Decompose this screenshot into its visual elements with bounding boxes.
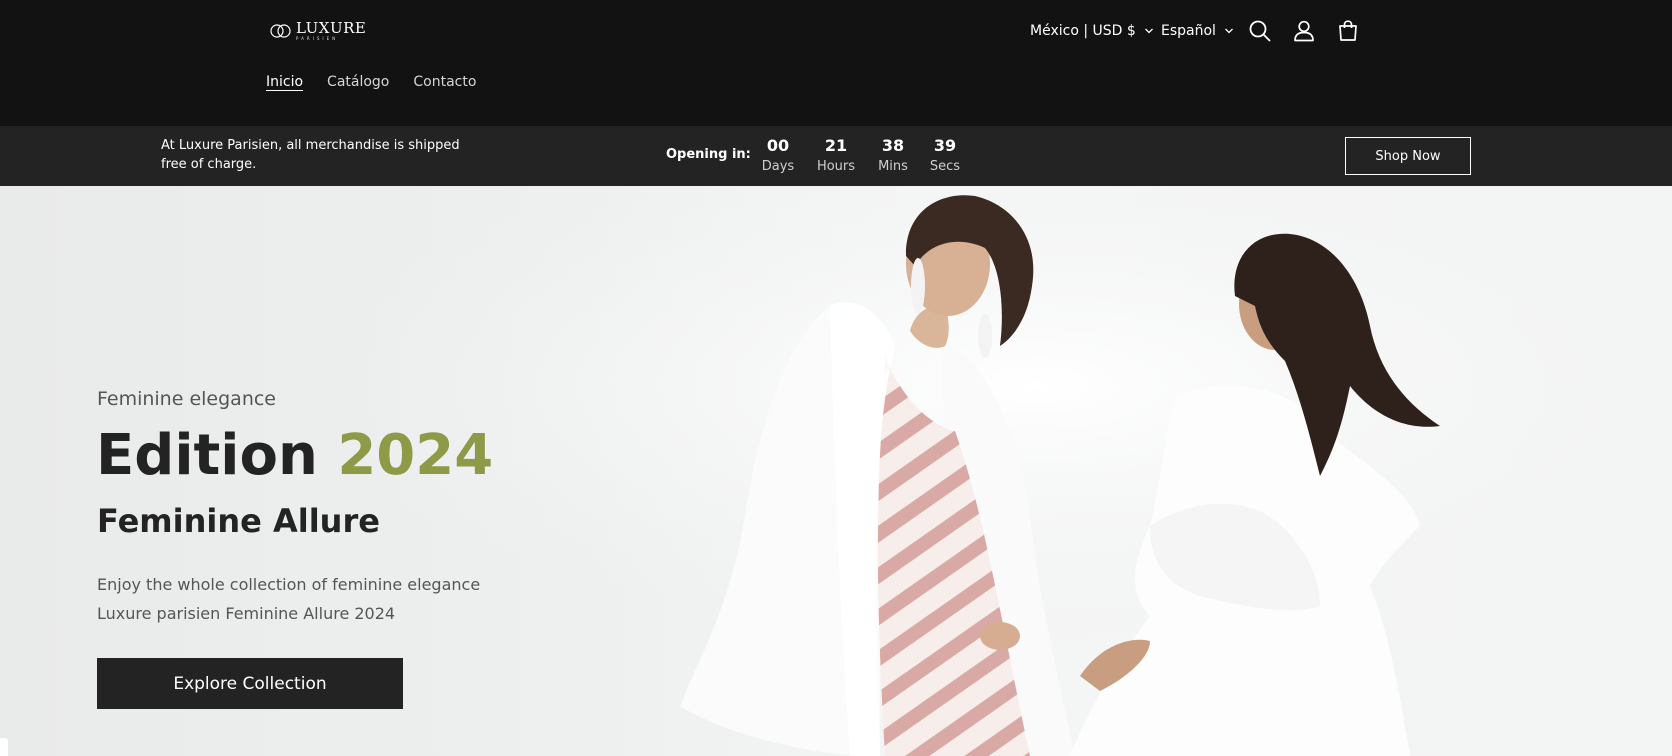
cart-icon[interactable] (1335, 18, 1361, 44)
shipping-message: At Luxure Parisien, all merchandise is s… (161, 138, 460, 172)
headline-accent: 2024 (337, 423, 494, 488)
logo[interactable]: LUXURE PARISIEN (270, 20, 366, 42)
headline-main: Edition (96, 423, 318, 488)
countdown-unit: Days (761, 159, 795, 174)
shop-now-button[interactable]: Shop Now (1345, 137, 1471, 175)
countdown-value: 00 (766, 136, 790, 155)
account-icon[interactable] (1291, 18, 1317, 44)
logo-wordmark: LUXURE (296, 19, 367, 37)
chevron-down-icon (1144, 28, 1153, 34)
countdown-days: 00 Days (748, 136, 808, 176)
countdown-mins: 38 Mins (863, 136, 923, 176)
countdown-value: 39 (933, 136, 957, 155)
main-nav: Inicio Catálogo Contacto (266, 74, 476, 90)
opening-label: Opening in: (666, 147, 751, 162)
countdown-value: 21 (824, 136, 848, 155)
search-icon[interactable] (1247, 18, 1273, 44)
nav-item-catalogo[interactable]: Catálogo (327, 74, 389, 90)
site-header: LUXURE PARISIEN México | USD $ Español I… (0, 0, 1672, 126)
nav-item-contacto[interactable]: Contacto (413, 74, 476, 90)
hero-banner: Feminine elegance Edition 2024 Feminine … (0, 186, 1672, 756)
country-currency-label: México | USD $ (1030, 23, 1136, 39)
countdown-value: 38 (881, 136, 905, 155)
hero-headline: Edition 2024 (96, 428, 493, 484)
countdown-unit: Secs (929, 159, 961, 174)
description-line: Luxure parisien Feminine Allure 2024 (97, 604, 396, 623)
nav-item-inicio[interactable]: Inicio (266, 74, 303, 90)
countdown-secs: 39 Secs (915, 136, 975, 176)
chevron-down-icon (1224, 28, 1233, 34)
language-selector[interactable]: Español (1161, 18, 1234, 44)
logo-subtitle: PARISIEN (296, 36, 339, 41)
corner-widget[interactable] (0, 738, 8, 756)
explore-collection-button[interactable]: Explore Collection (97, 658, 403, 709)
countdown-unit: Hours (816, 159, 856, 174)
hero-eyebrow: Feminine elegance (97, 388, 276, 410)
country-currency-selector[interactable]: México | USD $ (1030, 18, 1154, 44)
countdown-hours: 21 Hours (806, 136, 866, 176)
language-label: Español (1161, 23, 1216, 39)
hero-description: Enjoy the whole collection of feminine e… (97, 570, 480, 628)
hero-subhead: Feminine Allure (97, 502, 380, 540)
logo-rings-icon (270, 24, 291, 38)
description-line: Enjoy the whole collection of feminine e… (97, 575, 481, 594)
countdown-unit: Mins (878, 159, 908, 174)
